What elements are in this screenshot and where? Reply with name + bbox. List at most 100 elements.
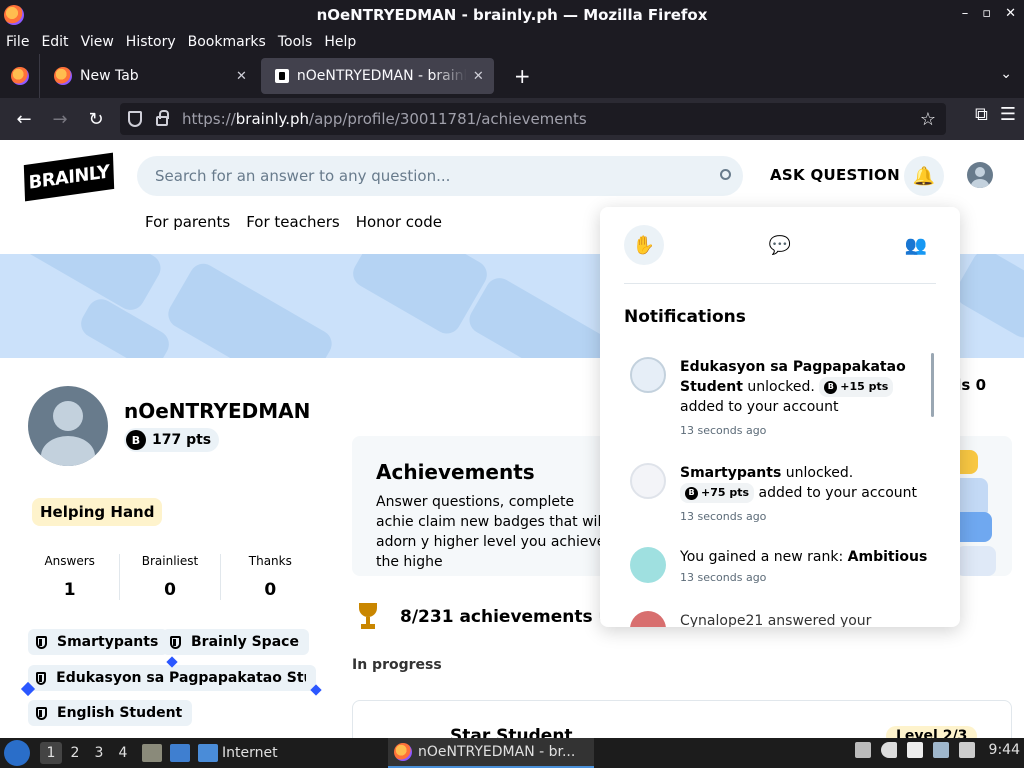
notifications-popup: ✋ 💬 👥 Notifications Edukasyon sa Pagpapa… <box>600 207 960 627</box>
url-text[interactable]: https://brainly.ph/app/profile/30011781/… <box>182 110 587 128</box>
trophy-icon <box>355 603 381 631</box>
firefox-icon <box>10 67 29 85</box>
notification-item[interactable]: Smartypants unlocked. B +75 pts added to … <box>630 463 930 527</box>
tab-brainly-profile[interactable]: nOeNTRYEDMAN - brainly.ph ✕ <box>260 58 494 94</box>
forward-arrow-icon[interactable]: → <box>42 103 78 135</box>
head-badge-icon <box>630 357 666 393</box>
workspace-4[interactable]: 4 <box>112 742 134 764</box>
profile-avatar <box>28 386 108 466</box>
points-chip: B +15 pts <box>819 377 894 397</box>
nav-for-parents[interactable]: For parents <box>145 213 230 231</box>
stat-value: 0 <box>164 580 176 600</box>
file-manager-icon[interactable] <box>142 744 162 762</box>
nav-honor-code[interactable]: Honor code <box>356 213 442 231</box>
notifications-bell-icon[interactable]: 🔔 <box>904 156 944 196</box>
close-window-button[interactable]: ✕ <box>1005 6 1016 21</box>
brainly-favicon-icon <box>274 69 289 83</box>
menu-edit[interactable]: Edit <box>35 34 74 50</box>
shield-icon <box>36 671 47 685</box>
stat-brainliest: Brainliest 0 <box>120 554 221 600</box>
tab-bar: New Tab ✕ nOeNTRYEDMAN - brainly.ph ✕ + … <box>0 54 1024 98</box>
network-icon[interactable] <box>958 742 975 758</box>
search-icon[interactable] <box>720 169 731 180</box>
user-avatar-icon[interactable] <box>967 162 993 188</box>
notifications-title: Notifications <box>624 307 746 327</box>
divider <box>624 283 936 284</box>
desktop-icon[interactable] <box>170 744 190 762</box>
tab-close-icon[interactable]: ✕ <box>236 69 247 84</box>
firefox-icon <box>394 743 412 761</box>
workspace-3[interactable]: 3 <box>88 742 110 764</box>
workspace-2[interactable]: 2 <box>64 742 86 764</box>
notifications-scrollbar[interactable] <box>931 353 934 417</box>
user-avatar-icon <box>630 611 666 627</box>
search-placeholder: Search for an answer to any question... <box>155 167 451 185</box>
notification-item[interactable]: You gained a new rank: Ambitious 13 seco… <box>630 547 930 593</box>
start-menu-icon[interactable] <box>4 740 30 766</box>
reload-icon[interactable]: ↻ <box>78 103 114 135</box>
ask-question-button[interactable]: ASK QUESTION <box>770 166 900 184</box>
menu-view[interactable]: View <box>75 34 120 50</box>
shield-icon <box>36 706 47 720</box>
clipboard-icon[interactable] <box>906 742 923 758</box>
notification-tail: added to your account <box>680 399 839 415</box>
launcher-label[interactable]: Internet <box>222 745 278 761</box>
updates-icon[interactable] <box>854 742 871 758</box>
nav-for-teachers[interactable]: For teachers <box>246 213 339 231</box>
badge-chip[interactable]: English Student <box>28 700 193 726</box>
profile-stats: Answers 1 Brainliest 0 Thanks 0 <box>20 554 320 600</box>
notification-bold: Ambitious <box>847 549 928 565</box>
folder-icon[interactable] <box>198 744 218 762</box>
bookmark-star-icon[interactable]: ☆ <box>920 109 936 130</box>
menu-file[interactable]: File <box>0 34 35 50</box>
hamburger-menu-icon[interactable]: ☰ <box>1000 104 1016 125</box>
clock[interactable]: 9:44 <box>989 742 1020 758</box>
extensions-puzzle-icon[interactable]: ⧉ <box>975 104 988 125</box>
brainly-logo[interactable]: BRAINLY <box>23 152 115 202</box>
points-text: +75 pts <box>701 486 750 499</box>
notification-text: Edukasyon sa Pagpapakatao Student unlock… <box>680 357 930 417</box>
back-arrow-icon[interactable]: ← <box>6 103 42 135</box>
workspace-1[interactable]: 1 <box>40 742 62 764</box>
badge-chip[interactable]: Smartypants <box>28 629 169 655</box>
achievements-tab-icon[interactable]: ✋ <box>624 225 664 265</box>
menu-history[interactable]: History <box>120 34 182 50</box>
search-input[interactable]: Search for an answer to any question... <box>137 156 743 196</box>
maximize-button[interactable]: ▫ <box>982 6 991 21</box>
firefox-app-icon <box>4 5 24 25</box>
tab-new-tab[interactable]: New Tab ✕ <box>40 54 257 98</box>
stat-thanks: Thanks 0 <box>221 554 320 600</box>
stat-label: Brainliest <box>141 554 199 568</box>
profile-username: nOeNTRYEDMAN <box>124 399 311 423</box>
new-tab-button[interactable]: + <box>514 64 531 88</box>
minimize-button[interactable]: – <box>962 6 969 21</box>
address-bar[interactable]: https://brainly.ph/app/profile/30011781/… <box>120 103 946 135</box>
notification-bold: Smartypants <box>680 465 782 481</box>
menu-help[interactable]: Help <box>318 34 362 50</box>
firefox-view-button[interactable] <box>0 54 40 98</box>
badge-label: Brainly Space <box>191 634 299 650</box>
padlock-icon[interactable] <box>156 110 169 126</box>
friends-tab-icon[interactable]: 👥 <box>896 225 936 265</box>
notification-prefix: You gained a new rank: <box>680 549 848 565</box>
brainly-coin-icon: B <box>126 430 146 450</box>
badge-chip[interactable]: Brainly Space <box>162 629 309 655</box>
dots-badge-icon <box>630 463 666 499</box>
tracking-protection-shield-icon[interactable] <box>128 111 142 127</box>
secondary-nav: For parents For teachers Honor code <box>145 213 442 231</box>
taskbar: 1 2 3 4 Internet nOeNTRYEDMAN - br... 9:… <box>0 738 1024 768</box>
taskbar-task-firefox[interactable]: nOeNTRYEDMAN - br... <box>388 738 594 768</box>
notification-item[interactable]: Cynalope21 answered your question <box>630 611 930 627</box>
url-path: /app/profile/30011781/achievements <box>309 110 587 128</box>
list-all-tabs-chevron-icon[interactable]: ⌄ <box>1000 66 1012 82</box>
badge-label: English Student <box>57 705 183 721</box>
messages-tab-icon[interactable]: 💬 <box>760 225 800 265</box>
notification-item[interactable]: Edukasyon sa Pagpapakatao Student unlock… <box>630 357 930 447</box>
menu-tools[interactable]: Tools <box>272 34 319 50</box>
badge-chip[interactable]: Edukasyon sa Pagpapakatao Stud... <box>28 665 316 691</box>
volume-icon[interactable] <box>880 742 897 758</box>
tab-close-icon[interactable]: ✕ <box>473 69 484 84</box>
toolbar-right: ⧉ ☰ <box>975 104 1016 125</box>
menu-bookmarks[interactable]: Bookmarks <box>182 34 272 50</box>
notification-tray-icon[interactable] <box>932 742 949 758</box>
